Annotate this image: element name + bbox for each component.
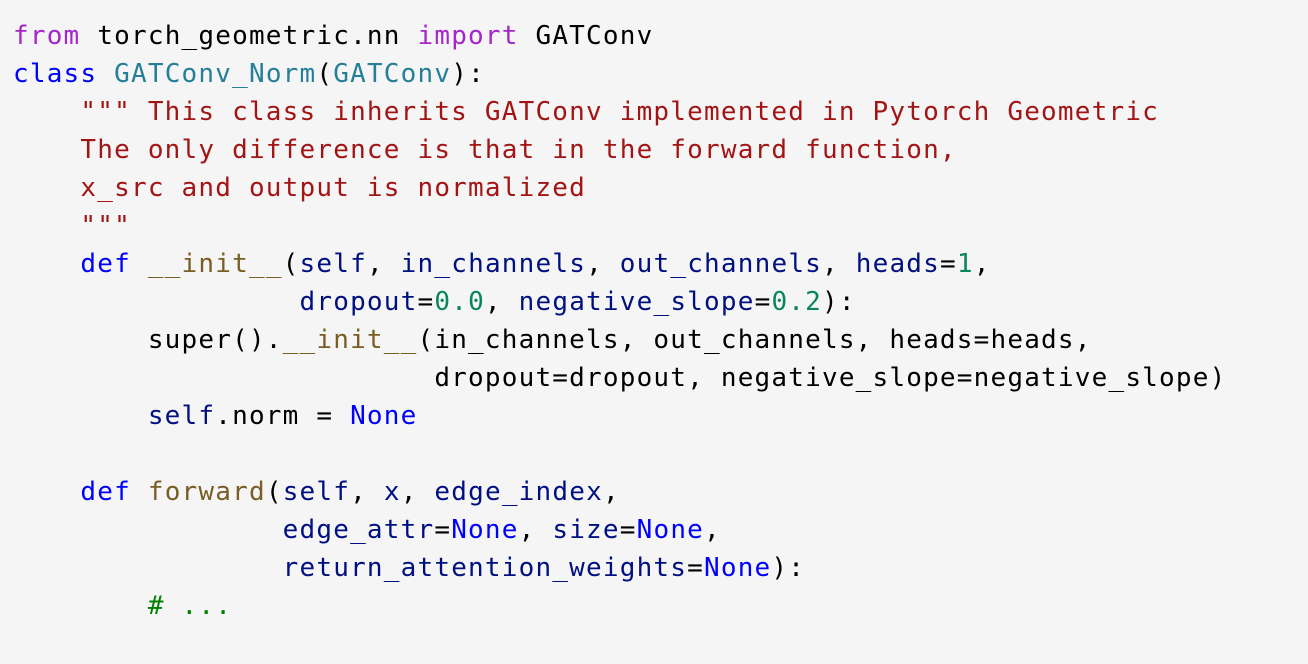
- code-token: None: [704, 553, 772, 583]
- code-token: ,: [704, 515, 721, 545]
- code-line-13: def forward(self, x, edge_index,: [13, 473, 1308, 511]
- code-token: # ...: [147, 591, 233, 621]
- code-token: out_channels: [619, 249, 823, 279]
- code-token: class: [13, 59, 98, 89]
- code-line-8: dropout=0.0, negative_slope=0.2):: [13, 283, 1308, 321]
- code-line-2: class GATConv_Norm(GATConv):: [13, 55, 1308, 93]
- code-token: forward: [147, 477, 266, 507]
- code-token: ):: [451, 59, 485, 89]
- code-token: =: [417, 287, 435, 317]
- code-token: (: [265, 477, 283, 507]
- code-line-3: """ This class inherits GATConv implemen…: [13, 93, 1308, 131]
- code-token: GATConv: [333, 59, 452, 89]
- code-token: =: [434, 515, 452, 545]
- code-line-9: super().__init__(in_channels, out_channe…: [13, 321, 1308, 359]
- code-token: torch_geometric.nn: [80, 21, 418, 51]
- code-line-1: from torch_geometric.nn import GATConv: [13, 17, 1308, 55]
- code-token: ,: [400, 477, 435, 507]
- code-token: super().: [13, 325, 283, 355]
- code-token: ,: [822, 249, 856, 279]
- code-token: def: [80, 477, 131, 507]
- code-line-16: # ...: [13, 587, 1308, 625]
- code-token: return_attention_weights: [282, 553, 688, 583]
- code-token: """: [13, 211, 131, 241]
- code-token: in_channels: [400, 249, 587, 279]
- code-token: GATConv_Norm: [114, 59, 317, 89]
- code-token: size: [552, 515, 620, 545]
- code-token: 1: [956, 249, 974, 279]
- code-line-11: self.norm = None: [13, 397, 1308, 435]
- code-block: from torch_geometric.nn import GATConv c…: [0, 0, 1308, 664]
- code-token: def: [80, 249, 131, 279]
- code-token: """ This class inherits GATConv implemen…: [13, 97, 1160, 127]
- code-token: None: [350, 401, 418, 431]
- code-token: dropout: [299, 287, 418, 317]
- code-token: heads: [855, 249, 941, 279]
- code-token: self: [147, 401, 216, 431]
- code-token: =: [619, 515, 637, 545]
- code-token: ,: [586, 249, 620, 279]
- code-token: ,: [484, 287, 519, 317]
- code-token: self: [299, 249, 367, 279]
- code-line-7: def __init__(self, in_channels, out_chan…: [13, 245, 1308, 283]
- code-token: edge_index: [434, 477, 603, 507]
- code-token: (: [282, 249, 300, 279]
- code-token: x: [383, 477, 401, 507]
- code-token: ,: [366, 249, 401, 279]
- code-token: from: [13, 21, 81, 51]
- code-token: None: [636, 515, 705, 545]
- code-token: edge_attr: [282, 515, 435, 545]
- code-token: (in_channels, out_channels, heads=heads,: [417, 325, 1092, 355]
- code-line-14: edge_attr=None, size=None,: [13, 511, 1308, 549]
- code-token: 0.2: [771, 287, 823, 317]
- code-token: =: [940, 249, 957, 279]
- code-token: ,: [350, 477, 384, 507]
- code-token: x_src and output is normalized: [13, 173, 587, 203]
- code-token: =: [754, 287, 772, 317]
- code-line-6: """: [13, 207, 1308, 245]
- code-token: self: [282, 477, 351, 507]
- code-line-10: dropout=dropout, negative_slope=negative…: [13, 359, 1308, 397]
- code-token: ):: [822, 287, 856, 317]
- code-token: ,: [602, 477, 620, 507]
- code-token: ,: [973, 249, 991, 279]
- code-token: None: [451, 515, 519, 545]
- code-line-4: The only difference is that in the forwa…: [13, 131, 1308, 169]
- code-token: __init__: [282, 325, 418, 355]
- code-token: ):: [771, 553, 806, 583]
- code-token: =: [687, 553, 704, 583]
- code-line-5: x_src and output is normalized: [13, 169, 1308, 207]
- code-token: dropout=dropout, negative_slope=negative…: [13, 363, 1227, 393]
- code-token: __init__: [147, 249, 283, 279]
- code-token: .norm =: [215, 401, 351, 431]
- code-token: (: [316, 59, 334, 89]
- code-token: import: [417, 21, 519, 51]
- code-line-15: return_attention_weights=None):: [13, 549, 1308, 587]
- code-token: negative_slope: [518, 287, 755, 317]
- code-token: 0.0: [434, 287, 485, 317]
- code-token: ,: [518, 515, 553, 545]
- code-token: The only difference is that in the forwa…: [13, 135, 957, 165]
- code-token: GATConv: [518, 21, 654, 51]
